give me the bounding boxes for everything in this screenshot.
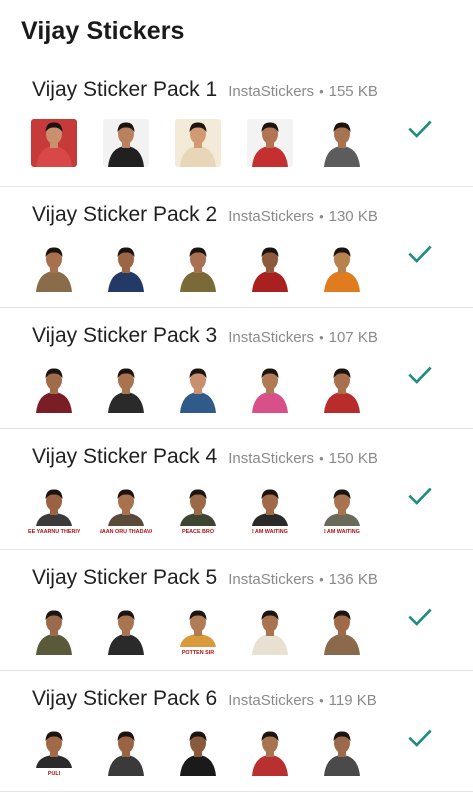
pack-size: 107 KB xyxy=(328,329,378,346)
sticker-pack-row[interactable]: Vijay Sticker Pack 4 InstaStickers • 150 KB… xyxy=(0,428,473,549)
pack-publisher: InstaStickers xyxy=(228,571,315,588)
meta-separator: • xyxy=(319,330,324,345)
sticker-thumbnail xyxy=(28,363,80,415)
sticker-thumbnail xyxy=(172,117,224,169)
sticker-thumbnail xyxy=(100,605,152,657)
sticker-thumbnail xyxy=(172,242,224,294)
pack-header: Vijay Sticker Pack 3 InstaStickers • 107 KB xyxy=(32,324,473,352)
sticker-thumbnail: POTTEN SIR xyxy=(172,605,224,657)
sticker-thumbnail xyxy=(316,726,368,778)
pack-name: Vijay Sticker Pack 3 xyxy=(32,324,218,347)
sticker-thumbnail xyxy=(244,726,296,778)
sticker-caption: I AM WAITING xyxy=(252,529,288,535)
pack-publisher: InstaStickers xyxy=(228,450,315,467)
sticker-thumbnail xyxy=(172,726,224,778)
pack-size: 150 KB xyxy=(328,450,378,467)
pack-name: Vijay Sticker Pack 2 xyxy=(32,203,218,226)
sticker-thumbnail xyxy=(316,605,368,657)
sticker-pack-row[interactable]: Vijay Sticker Pack 6 InstaStickers • 119 KB… xyxy=(0,670,473,791)
pack-header: Vijay Sticker Pack 4 InstaStickers • 150 KB xyxy=(32,445,473,473)
sticker-thumbnail xyxy=(100,726,152,778)
sticker-thumbnail xyxy=(316,363,368,415)
sticker-caption: NAAN ORU THADAVA xyxy=(100,529,152,535)
sticker-thumbnail xyxy=(100,242,152,294)
pack-publisher: InstaStickers xyxy=(228,83,315,100)
divider xyxy=(0,791,473,792)
sticker-thumbnail xyxy=(28,117,80,169)
check-icon xyxy=(407,116,433,142)
sticker-thumbnail xyxy=(100,363,152,415)
sticker-pack-row[interactable]: Vijay Sticker Pack 5 InstaStickers • 136 KB… xyxy=(0,549,473,670)
pack-header: Vijay Sticker Pack 5 InstaStickers • 136 KB xyxy=(32,566,473,594)
pack-size: 155 KB xyxy=(328,83,378,100)
sticker-caption: I AM WAITING xyxy=(324,529,360,535)
pack-meta: InstaStickers • 130 KB xyxy=(228,208,378,225)
check-icon xyxy=(407,241,433,267)
check-icon xyxy=(407,362,433,388)
sticker-thumbnail xyxy=(244,605,296,657)
meta-separator: • xyxy=(319,572,324,587)
sticker-thumbnail xyxy=(316,242,368,294)
pack-header: Vijay Sticker Pack 2 InstaStickers • 130 KB xyxy=(32,203,473,231)
sticker-thumbnail: PEACE BRO xyxy=(172,484,224,536)
pack-meta: InstaStickers • 119 KB xyxy=(228,692,377,709)
sticker-pack-row[interactable]: Vijay Sticker Pack 3 InstaStickers • 107 KB xyxy=(0,307,473,428)
sticker-caption: POTTEN SIR xyxy=(182,650,214,656)
sticker-thumbnail: PULI xyxy=(28,726,80,778)
pack-size: 119 KB xyxy=(328,692,377,709)
meta-separator: • xyxy=(319,451,324,466)
sticker-thumbnail xyxy=(28,242,80,294)
pack-name: Vijay Sticker Pack 4 xyxy=(32,445,218,468)
check-icon xyxy=(407,725,433,751)
meta-separator: • xyxy=(319,693,324,708)
pack-header: Vijay Sticker Pack 6 InstaStickers • 119 KB xyxy=(32,687,473,715)
pack-publisher: InstaStickers xyxy=(228,208,315,225)
sticker-thumbnail xyxy=(244,363,296,415)
check-icon xyxy=(407,604,433,630)
sticker-thumbnail xyxy=(316,117,368,169)
pack-publisher: InstaStickers xyxy=(228,692,315,709)
sticker-caption: PEACE BRO xyxy=(182,529,214,535)
sticker-caption: PULI xyxy=(48,771,61,777)
pack-header: Vijay Sticker Pack 1 InstaStickers • 155 KB xyxy=(32,78,473,106)
pack-meta: InstaStickers • 107 KB xyxy=(228,329,378,346)
pack-name: Vijay Sticker Pack 1 xyxy=(32,78,218,101)
sticker-thumbnail xyxy=(28,605,80,657)
pack-size: 136 KB xyxy=(328,571,378,588)
sticker-thumbnail: NAAN ORU THADAVA xyxy=(100,484,152,536)
meta-separator: • xyxy=(319,209,324,224)
sticker-caption: NEE YAARNU THERIYA xyxy=(28,529,80,535)
pack-meta: InstaStickers • 155 KB xyxy=(228,83,378,100)
sticker-thumbnail xyxy=(100,117,152,169)
pack-name: Vijay Sticker Pack 5 xyxy=(32,566,218,589)
sticker-pack-list: Vijay Sticker Pack 1 InstaStickers • 155 KB… xyxy=(0,62,473,791)
pack-name: Vijay Sticker Pack 6 xyxy=(32,687,218,710)
app-header: Vijay Stickers xyxy=(0,0,473,62)
sticker-thumbnail xyxy=(244,117,296,169)
pack-size: 130 KB xyxy=(328,208,378,225)
check-icon xyxy=(407,483,433,509)
sticker-thumbnail: I AM WAITING xyxy=(244,484,296,536)
pack-meta: InstaStickers • 150 KB xyxy=(228,450,378,467)
sticker-thumbnail xyxy=(244,242,296,294)
sticker-thumbnail: NEE YAARNU THERIYA xyxy=(28,484,80,536)
meta-separator: • xyxy=(319,84,324,99)
sticker-thumbnail xyxy=(172,363,224,415)
sticker-thumbnail: I AM WAITING xyxy=(316,484,368,536)
sticker-pack-row[interactable]: Vijay Sticker Pack 1 InstaStickers • 155 KB xyxy=(0,62,473,186)
page-title: Vijay Stickers xyxy=(21,17,185,45)
pack-meta: InstaStickers • 136 KB xyxy=(228,571,378,588)
sticker-pack-row[interactable]: Vijay Sticker Pack 2 InstaStickers • 130 KB xyxy=(0,186,473,307)
pack-publisher: InstaStickers xyxy=(228,329,315,346)
